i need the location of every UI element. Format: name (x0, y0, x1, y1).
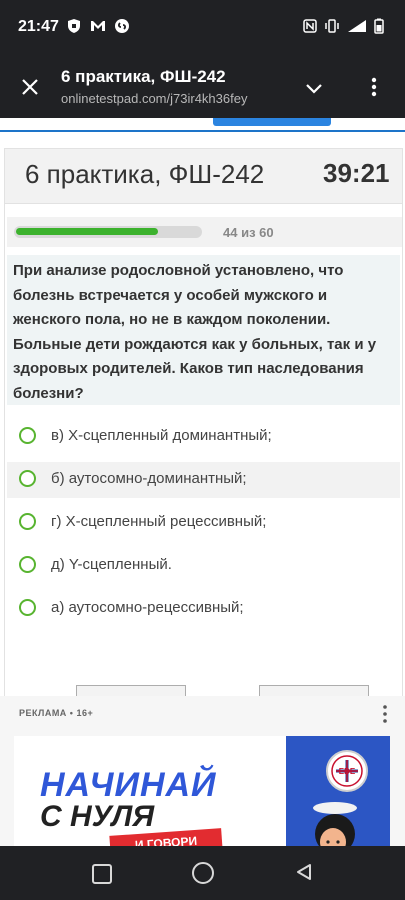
test-header: 6 практика, ФШ-242 39:21 (5, 149, 402, 204)
shield-icon (68, 19, 80, 33)
ad-logo-text: EDE (339, 767, 356, 776)
back-icon[interactable] (294, 862, 314, 882)
browser-toolbar: 6 практика, ФШ-242 onlinetestpad.com/j73… (0, 55, 405, 118)
ad-section: РЕКЛАМА • 16+ НАЧИНАЙ С НУЛЯ И ГОВОРИ ED… (0, 696, 405, 846)
radio-button[interactable] (19, 599, 36, 616)
android-nav-bar (0, 846, 405, 900)
shazam-icon (115, 19, 129, 33)
answer-label: в) Х-сцепленный доминантный; (51, 427, 272, 444)
progress-row: 44 из 60 (7, 217, 402, 247)
answer-option[interactable]: в) Х-сцепленный доминантный; (7, 419, 400, 455)
question-box: При анализе родословной установлено, что… (7, 255, 400, 405)
clock: 21:47 (18, 18, 59, 35)
top-button-edge[interactable] (213, 118, 331, 126)
ad-label: РЕКЛАМА • 16+ (19, 708, 94, 718)
answer-label: д) Y-сцепленный. (51, 556, 172, 573)
home-icon[interactable] (192, 862, 214, 884)
radio-button[interactable] (19, 427, 36, 444)
question-text: При анализе родословной установлено, что… (13, 262, 377, 402)
gmail-icon (91, 21, 105, 31)
divider (0, 130, 405, 132)
battery-icon (374, 18, 384, 34)
progress-bar-fill (16, 228, 158, 235)
recent-apps-icon[interactable] (92, 864, 112, 884)
page-content: 6 практика, ФШ-242 39:21 44 из 60 При ан… (0, 118, 405, 846)
signal-icon (348, 20, 366, 32)
answer-label: б) аутосомно-доминантный; (51, 470, 247, 487)
radio-button[interactable] (19, 513, 36, 530)
vibrate-icon (325, 19, 339, 33)
answer-option[interactable]: а) аутосомно-рецессивный; (7, 591, 400, 627)
answer-label: а) аутосомно-рецессивный; (51, 599, 244, 616)
nfc-icon (303, 19, 317, 33)
radio-button[interactable] (19, 556, 36, 573)
ad-more-icon[interactable] (380, 704, 390, 724)
answer-option[interactable]: б) аутосомно-доминантный; (7, 462, 400, 498)
ad-logo-icon: EDE (326, 750, 368, 792)
more-options-icon[interactable] (366, 75, 382, 99)
answer-option[interactable]: д) Y-сцепленный. (7, 548, 400, 584)
radio-button[interactable] (19, 470, 36, 487)
progress-label: 44 из 60 (223, 225, 274, 240)
answer-option[interactable]: г) Х-сцепленный рецессивный; (7, 505, 400, 541)
ad-banner[interactable]: НАЧИНАЙ С НУЛЯ И ГОВОРИ EDE (14, 736, 390, 846)
ad-person-illustration (313, 802, 357, 846)
answer-label: г) Х-сцепленный рецессивный; (51, 513, 267, 530)
test-title: 6 практика, ФШ-242 (25, 159, 265, 189)
browser-page-title: 6 практика, ФШ-242 (61, 67, 226, 86)
browser-url[interactable]: onlinetestpad.com/j73ir4kh36fey (61, 91, 247, 106)
status-bar: 21:47 (0, 0, 405, 55)
timer: 39:21 (323, 158, 390, 188)
chevron-down-icon[interactable] (302, 77, 326, 101)
close-icon[interactable] (18, 75, 42, 99)
ad-subheadline: С НУЛЯ (40, 800, 155, 833)
